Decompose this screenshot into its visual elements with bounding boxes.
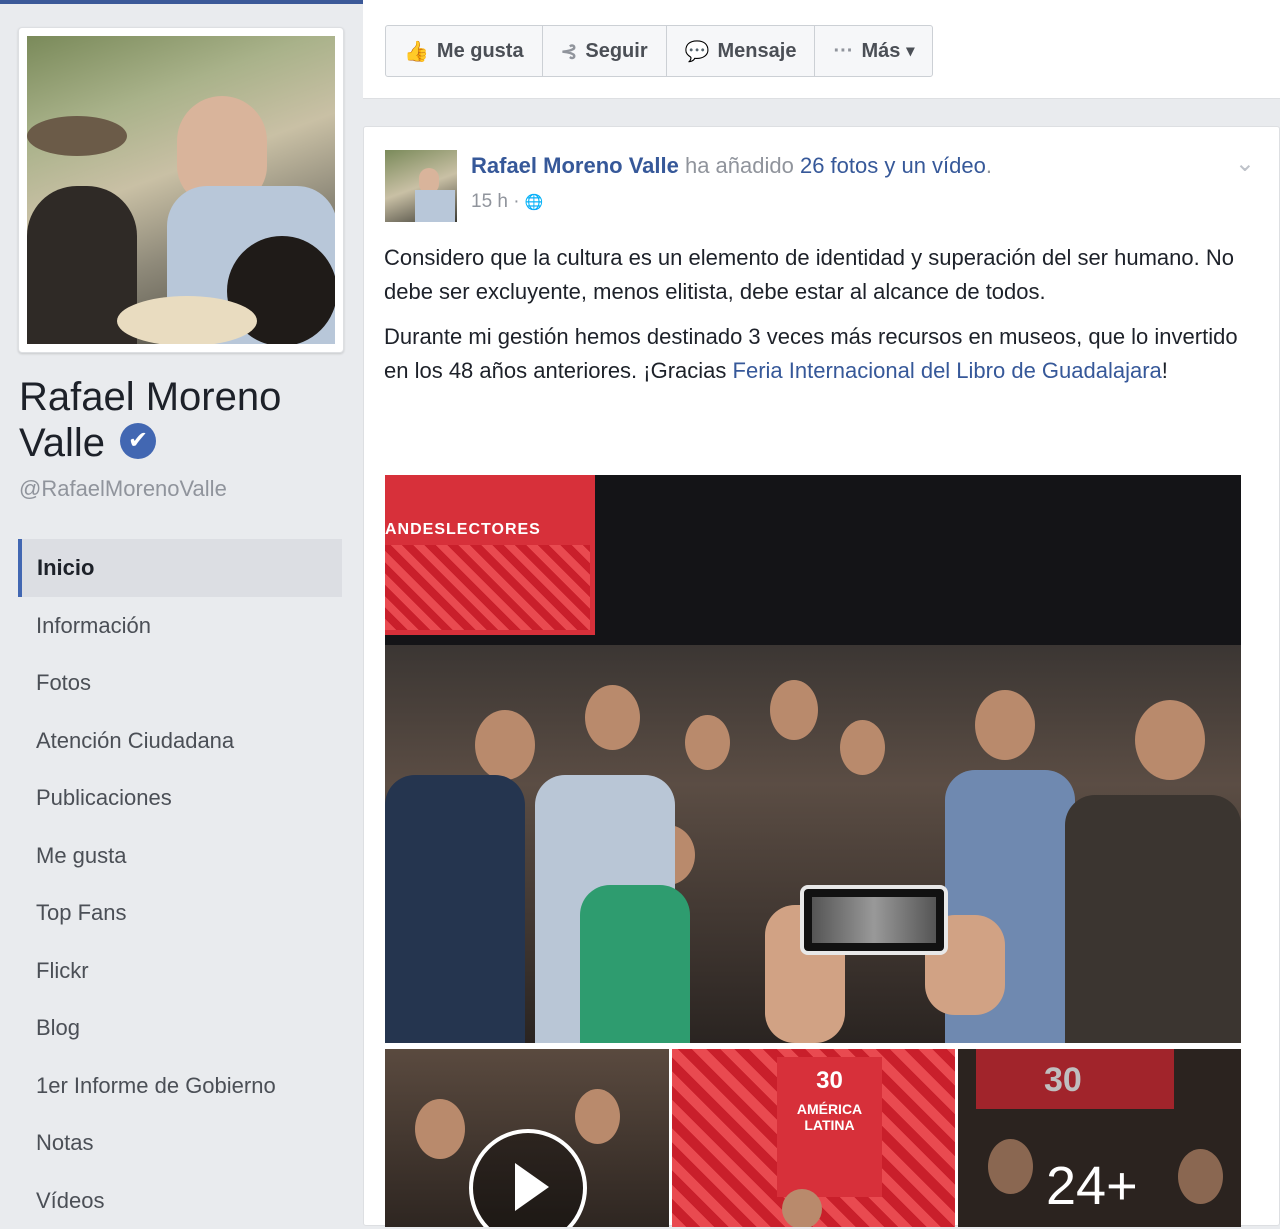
page-action-buttons: 👍 Me gusta ⊰ Seguir 💬 Mensaje ··· Más ▾ bbox=[385, 25, 933, 77]
post-meta: 15 h · 🌐 bbox=[471, 191, 544, 213]
page-nav: Inicio Información Fotos Atención Ciudad… bbox=[18, 539, 342, 1229]
photo-detail bbox=[415, 1099, 465, 1159]
photo-detail bbox=[1135, 700, 1205, 780]
like-page-button[interactable]: 👍 Me gusta bbox=[386, 26, 543, 76]
page-actions-panel: 👍 Me gusta ⊰ Seguir 💬 Mensaje ··· Más ▾ bbox=[363, 0, 1280, 99]
page-title-line1: Rafael Moreno bbox=[19, 375, 281, 419]
nav-item-flickr[interactable]: Flickr bbox=[18, 942, 342, 1000]
nav-item-informe-gobierno[interactable]: 1er Informe de Gobierno bbox=[18, 1057, 342, 1115]
like-label: Me gusta bbox=[437, 40, 524, 63]
photo-detail bbox=[812, 897, 936, 943]
message-label: Mensaje bbox=[718, 40, 797, 63]
photo-detail bbox=[770, 680, 818, 740]
post-header: Rafael Moreno Valle ha añadido 26 fotos … bbox=[471, 153, 992, 179]
photo-detail bbox=[840, 720, 885, 775]
photo-detail bbox=[975, 690, 1035, 760]
post-photo-thumbnail-3[interactable]: 30 24+ bbox=[958, 1049, 1241, 1227]
post-paragraph-1: Considero que la cultura es un elemento … bbox=[384, 241, 1244, 309]
more-label: Más bbox=[861, 40, 900, 63]
follow-button[interactable]: ⊰ Seguir bbox=[543, 26, 667, 76]
post-paragraph-2: Durante mi gestión hemos destinado 3 vec… bbox=[384, 320, 1244, 388]
banner-subtitle: AMÉRICA LATINA bbox=[777, 1101, 882, 1133]
nav-item-top-fans[interactable]: Top Fans bbox=[18, 884, 342, 942]
caret-down-icon: ▾ bbox=[906, 41, 914, 61]
globe-icon[interactable]: 🌐 bbox=[525, 194, 544, 211]
page-title[interactable]: Rafael Moreno Valle ✔ bbox=[19, 374, 349, 466]
banner-number: 30 bbox=[777, 1067, 882, 1095]
nav-item-videos[interactable]: Vídeos bbox=[18, 1172, 342, 1229]
feed-post: Rafael Moreno Valle ha añadido 26 fotos … bbox=[363, 126, 1280, 1226]
meta-separator: · bbox=[508, 191, 525, 212]
post-timestamp[interactable]: 15 h bbox=[471, 191, 508, 212]
more-button[interactable]: ··· Más ▾ bbox=[815, 26, 932, 76]
photo-detail bbox=[800, 885, 948, 955]
photo-detail bbox=[385, 775, 525, 1043]
photo-detail bbox=[385, 545, 590, 630]
follow-label: Seguir bbox=[585, 40, 647, 63]
post-body: Considero que la cultura es un elemento … bbox=[384, 241, 1244, 399]
post-author-link[interactable]: Rafael Moreno Valle bbox=[471, 153, 679, 178]
nav-item-informacion[interactable]: Información bbox=[18, 597, 342, 655]
banner-text: ANDESLECTORES bbox=[385, 521, 541, 539]
photo-detail bbox=[585, 685, 640, 750]
post-action-text: ha añadido bbox=[679, 153, 800, 178]
nav-item-notas[interactable]: Notas bbox=[18, 1114, 342, 1172]
photo-detail bbox=[1065, 795, 1241, 1043]
profile-picture-card[interactable] bbox=[18, 27, 344, 353]
event-banner: 30 AMÉRICA LATINA bbox=[777, 1057, 882, 1197]
nav-item-publicaciones[interactable]: Publicaciones bbox=[18, 769, 342, 827]
post-author-avatar[interactable] bbox=[385, 150, 457, 222]
more-photos-count[interactable]: 24+ bbox=[1046, 1155, 1138, 1217]
nav-item-inicio[interactable]: Inicio bbox=[18, 539, 342, 597]
nav-item-blog[interactable]: Blog bbox=[18, 999, 342, 1057]
verified-badge-icon: ✔ bbox=[120, 423, 156, 459]
post-media-link[interactable]: 26 fotos y un vídeo bbox=[800, 153, 986, 178]
post-period: . bbox=[986, 153, 992, 178]
page-handle[interactable]: @RafaelMorenoValle bbox=[19, 476, 227, 502]
photo-detail bbox=[475, 710, 535, 780]
nav-item-me-gusta[interactable]: Me gusta bbox=[18, 827, 342, 885]
photo-detail bbox=[117, 296, 257, 344]
nav-item-fotos[interactable]: Fotos bbox=[18, 654, 342, 712]
photo-detail bbox=[415, 190, 455, 222]
post-photo-main[interactable]: ANDESLECTORES bbox=[385, 475, 1241, 1043]
message-button[interactable]: 💬 Mensaje bbox=[667, 26, 816, 76]
post-paragraph-2-end: ! bbox=[1162, 358, 1168, 383]
photo-detail bbox=[27, 116, 127, 156]
thumbs-up-icon: 👍 bbox=[404, 39, 429, 64]
fil-guadalajara-link[interactable]: Feria Internacional del Libro de Guadala… bbox=[733, 358, 1162, 383]
messenger-icon: 💬 bbox=[685, 39, 710, 64]
chevron-down-icon[interactable]: ⌄ bbox=[1235, 149, 1255, 178]
profile-picture[interactable] bbox=[27, 36, 335, 344]
photo-detail bbox=[685, 715, 730, 770]
ellipsis-icon: ··· bbox=[833, 40, 853, 63]
post-video-thumbnail[interactable] bbox=[385, 1049, 669, 1227]
play-icon[interactable] bbox=[469, 1129, 587, 1227]
photo-detail bbox=[782, 1189, 822, 1227]
photo-detail bbox=[575, 1089, 620, 1144]
nav-item-atencion-ciudadana[interactable]: Atención Ciudadana bbox=[18, 712, 342, 770]
photo-detail bbox=[580, 885, 690, 1043]
post-photo-thumbnail-2[interactable]: 30 AMÉRICA LATINA bbox=[672, 1049, 955, 1227]
rss-icon: ⊰ bbox=[561, 39, 578, 64]
page-title-line2: Valle bbox=[19, 421, 105, 465]
